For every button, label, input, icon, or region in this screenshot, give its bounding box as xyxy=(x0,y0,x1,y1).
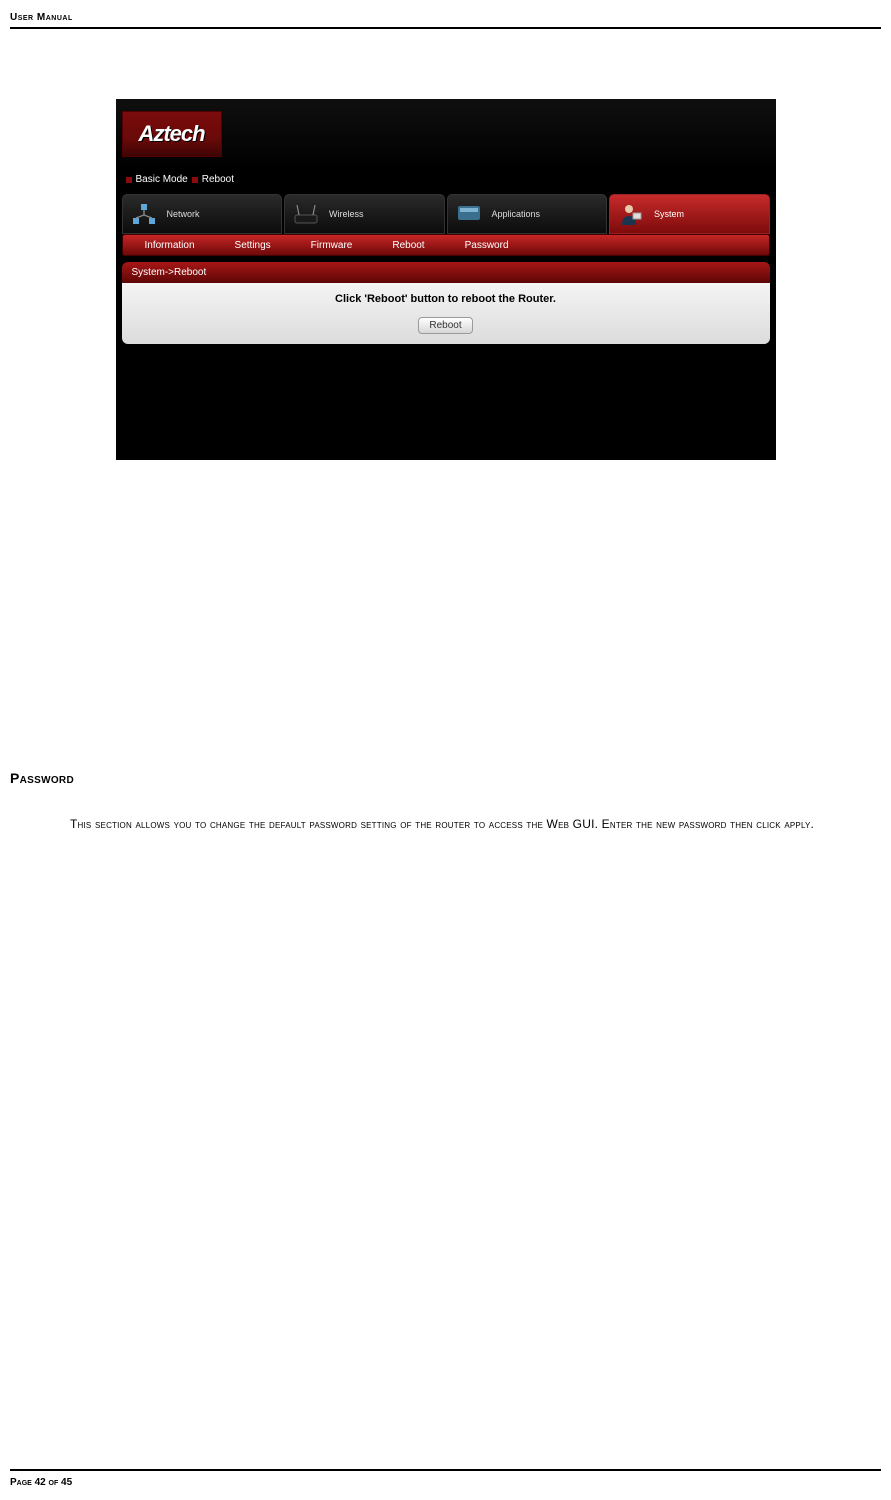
reboot-message: Click 'Reboot' button to reboot the Rout… xyxy=(132,293,760,305)
logo-row: Aztech xyxy=(116,99,776,169)
tab-system[interactable]: System xyxy=(609,194,770,234)
submenu-information[interactable]: Information xyxy=(145,240,195,251)
page-footer: Page 42 of 45 xyxy=(10,1469,881,1488)
router-admin-screenshot: Aztech Basic Mode Reboot Network Wireles… xyxy=(116,99,776,460)
reboot-panel: System->Reboot Click 'Reboot' button to … xyxy=(122,262,770,344)
submenu-reboot[interactable]: Reboot xyxy=(392,240,424,251)
section-body-password: This section allows you to change the de… xyxy=(10,810,881,839)
panel-header: System->Reboot xyxy=(122,262,770,283)
page-header: User Manual xyxy=(10,12,881,29)
tab-label: Network xyxy=(167,209,200,219)
panel-body: Click 'Reboot' button to reboot the Rout… xyxy=(122,283,770,344)
tab-wireless[interactable]: Wireless xyxy=(284,194,445,234)
tab-applications[interactable]: Applications xyxy=(447,194,608,234)
submenu-firmware[interactable]: Firmware xyxy=(311,240,353,251)
submenu-bar: Information Settings Firmware Reboot Pas… xyxy=(122,234,770,256)
main-tabs: Network Wireless Applications System xyxy=(116,190,776,234)
submenu-password[interactable]: Password xyxy=(465,240,509,251)
submenu-settings[interactable]: Settings xyxy=(235,240,271,251)
tab-label: Wireless xyxy=(329,209,364,219)
wireless-router-icon xyxy=(289,198,323,230)
tab-network[interactable]: Network xyxy=(122,194,283,234)
brand-logo-text: Aztech xyxy=(138,121,204,147)
tab-label: Applications xyxy=(492,209,541,219)
breadcrumb-part: Basic Mode xyxy=(136,174,188,185)
reboot-button[interactable]: Reboot xyxy=(418,317,472,334)
breadcrumb-bullet-icon xyxy=(126,177,132,183)
breadcrumb-bullet-icon xyxy=(192,177,198,183)
section-heading-password: Password xyxy=(10,770,881,786)
system-user-icon xyxy=(614,198,648,230)
screenshot-empty-area xyxy=(116,344,776,460)
brand-logo: Aztech xyxy=(122,111,222,157)
network-icon xyxy=(127,198,161,230)
tab-label: System xyxy=(654,209,684,219)
applications-icon xyxy=(452,198,486,230)
breadcrumb: Basic Mode Reboot xyxy=(116,169,776,190)
breadcrumb-part: Reboot xyxy=(202,174,234,185)
